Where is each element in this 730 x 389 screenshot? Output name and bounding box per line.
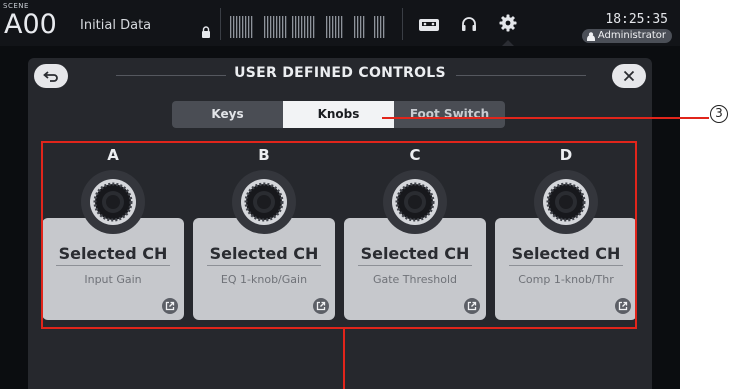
divider [220,8,221,40]
recorder-icon[interactable] [418,18,440,32]
user-badge[interactable]: Administrator [581,29,672,43]
annotation-leader-line [343,329,345,389]
scene-title[interactable]: Initial Data [80,18,151,33]
close-button[interactable] [612,64,646,88]
user-name: Administrator [597,30,666,41]
annotation-leader-line [382,117,709,119]
headphone-icon[interactable] [461,16,477,32]
tab-keys[interactable]: Keys [172,101,283,128]
lock-icon [202,26,210,38]
scene-number[interactable]: A00 [4,10,57,40]
user-icon [586,31,595,41]
divider [402,8,403,40]
close-icon [623,70,635,82]
dialog-title: USER DEFINED CONTROLS [234,65,446,81]
gear-icon[interactable] [499,14,517,32]
menu-pointer [502,40,514,46]
status-bar: SCENE A00 Initial Data 18:25:35 Administ… [0,0,680,46]
tab-foot-switch[interactable]: Foot Switch [394,101,505,128]
callout-number: 3 [710,105,728,123]
annotation-frame [41,141,637,329]
clock: 18:25:35 [605,12,668,27]
level-meters[interactable] [228,16,388,38]
tab-knobs[interactable]: Knobs [283,101,394,128]
tab-bar: Keys Knobs Foot Switch [172,101,505,128]
